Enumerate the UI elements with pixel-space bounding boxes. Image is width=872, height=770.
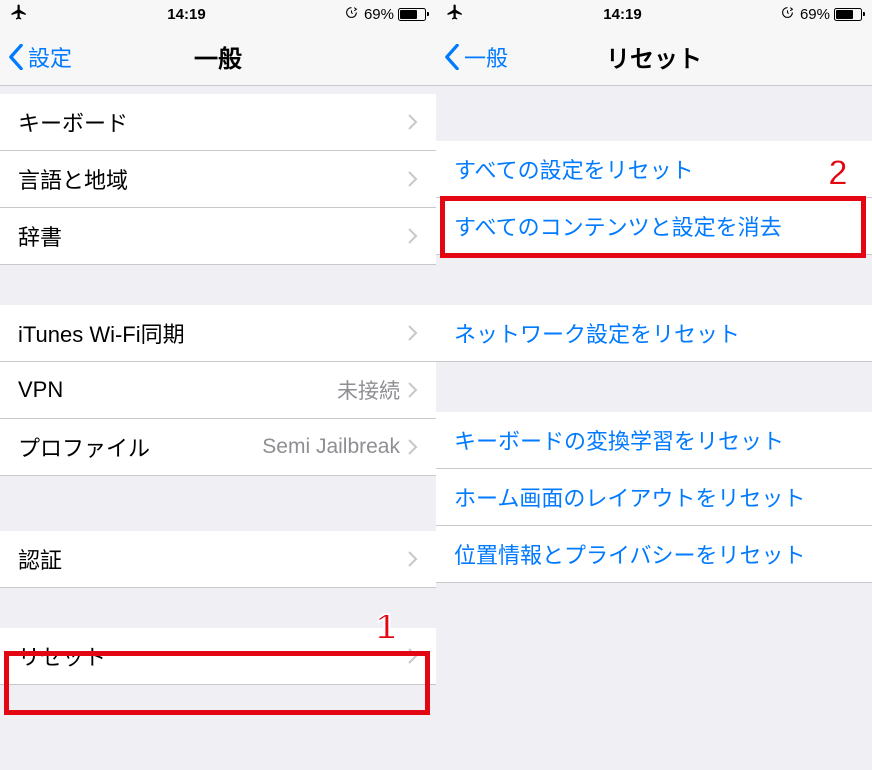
status-bar: 14:19 69%	[436, 0, 872, 28]
battery-indicator: 69%	[364, 6, 426, 23]
chevron-right-icon	[408, 551, 418, 567]
orientation-lock-icon	[781, 6, 794, 23]
row-reset-keyboard-dictionary[interactable]: キーボードの変換学習をリセット	[436, 412, 872, 469]
cell-label: 認証	[18, 543, 408, 575]
row-itunes-wifi-sync[interactable]: iTunes Wi-Fi同期	[0, 305, 436, 362]
annotation-number-2: 2	[828, 152, 848, 194]
orientation-lock-icon	[345, 6, 358, 23]
battery-indicator: 69%	[800, 6, 862, 23]
cell-label: ホーム画面のレイアウトをリセット	[454, 481, 854, 513]
cell-detail: 未接続	[337, 375, 400, 405]
row-reset-network[interactable]: ネットワーク設定をリセット	[436, 305, 872, 362]
row-dictionary[interactable]: 辞書	[0, 208, 436, 265]
status-time: 14:19	[167, 6, 205, 23]
cell-label: 辞書	[18, 220, 408, 252]
chevron-right-icon	[408, 325, 418, 341]
cell-label: リセット	[18, 640, 408, 672]
cell-label: VPN	[18, 377, 337, 403]
cell-label: 言語と地域	[18, 163, 408, 195]
back-label: 一般	[464, 41, 508, 73]
row-reset-all-settings[interactable]: すべての設定をリセット	[436, 141, 872, 198]
cell-label: すべての設定をリセット	[454, 153, 854, 185]
cell-label: キーボード	[18, 106, 408, 138]
cell-detail: Semi Jailbreak	[262, 435, 400, 459]
cell-label: 位置情報とプライバシーをリセット	[454, 538, 854, 570]
row-reset-home-layout[interactable]: ホーム画面のレイアウトをリセット	[436, 469, 872, 526]
cell-label: iTunes Wi-Fi同期	[18, 317, 408, 349]
back-label: 設定	[28, 41, 72, 73]
screen-reset: 14:19 69% 一般 リセット すべての設定をリセット すべてのコンテンツと…	[436, 0, 872, 770]
status-time: 14:19	[603, 6, 641, 23]
cell-label: ネットワーク設定をリセット	[454, 317, 854, 349]
battery-percent: 69%	[364, 6, 394, 23]
row-vpn[interactable]: VPN 未接続	[0, 362, 436, 419]
cell-label: キーボードの変換学習をリセット	[454, 424, 854, 456]
back-button[interactable]: 設定	[8, 41, 72, 73]
chevron-right-icon	[408, 439, 418, 455]
screen-general: 14:19 69% 設定 一般 キーボード 言語と地域 辞書	[0, 0, 436, 770]
battery-percent: 69%	[800, 6, 830, 23]
chevron-right-icon	[408, 114, 418, 130]
row-reset-location-privacy[interactable]: 位置情報とプライバシーをリセット	[436, 526, 872, 583]
chevron-right-icon	[408, 171, 418, 187]
chevron-right-icon	[408, 648, 418, 664]
nav-bar: 設定 一般	[0, 28, 436, 86]
row-language-region[interactable]: 言語と地域	[0, 151, 436, 208]
chevron-right-icon	[408, 228, 418, 244]
row-reset[interactable]: リセット	[0, 628, 436, 685]
nav-bar: 一般 リセット	[436, 28, 872, 86]
cell-label: プロファイル	[18, 431, 262, 463]
airplane-mode-icon	[446, 3, 464, 25]
row-authentication[interactable]: 認証	[0, 531, 436, 588]
row-keyboard[interactable]: キーボード	[0, 94, 436, 151]
row-erase-all-content[interactable]: すべてのコンテンツと設定を消去	[436, 198, 872, 255]
cell-label: すべてのコンテンツと設定を消去	[454, 210, 854, 242]
annotation-number-1: 1	[376, 606, 396, 648]
row-profile[interactable]: プロファイル Semi Jailbreak	[0, 419, 436, 476]
status-bar: 14:19 69%	[0, 0, 436, 28]
back-button[interactable]: 一般	[444, 41, 508, 73]
airplane-mode-icon	[10, 3, 28, 25]
chevron-right-icon	[408, 382, 418, 398]
